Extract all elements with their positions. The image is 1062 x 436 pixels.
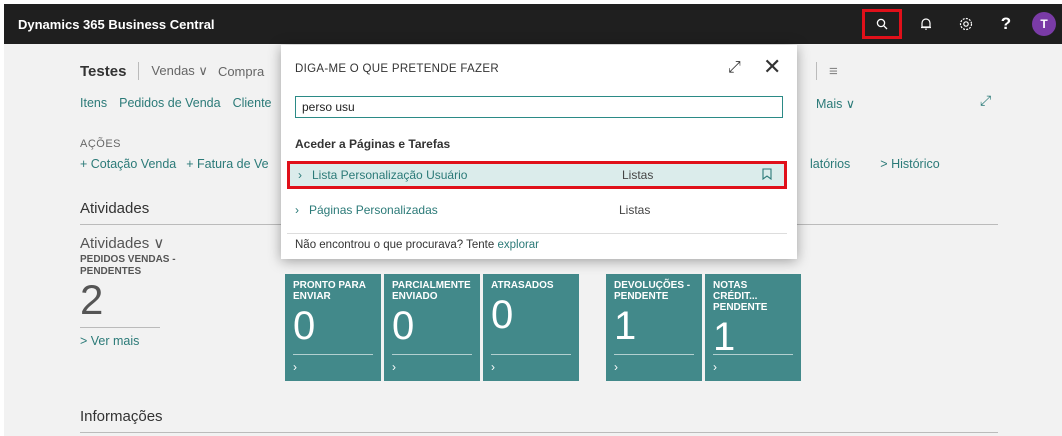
menu-icon[interactable]: ≡ xyxy=(829,63,838,80)
top-icons: ? T xyxy=(862,4,1062,44)
activities-heading: Atividades xyxy=(80,200,150,217)
tile-label: NOTAS CRÉDIT... PENDENTE xyxy=(713,280,768,313)
avatar[interactable]: T xyxy=(1032,12,1056,36)
action-historico[interactable]: > Histórico xyxy=(880,157,939,171)
dialog-title: DIGA-ME O QUE PRETENDE FAZER xyxy=(295,63,499,75)
tile-atrasados[interactable]: ATRASADOS 0 › xyxy=(483,274,579,381)
actions-right: latórios > Histórico xyxy=(810,157,970,171)
divider xyxy=(614,354,694,355)
tile-value: 0 xyxy=(491,293,514,337)
nav-vendas[interactable]: Vendas ∨ xyxy=(151,63,208,79)
section-heading: Aceder a Páginas e Tarefas xyxy=(295,137,451,151)
tile-value: 0 xyxy=(293,304,316,348)
chevron-right-icon: › xyxy=(614,360,618,374)
expand-icon[interactable]: ⤢ xyxy=(980,92,991,109)
tell-me-dialog: DIGA-ME O QUE PRETENDE FAZER ⤢ ✕ Aceder … xyxy=(281,45,797,259)
search-icon xyxy=(876,18,888,30)
help-button[interactable]: ? xyxy=(986,4,1026,44)
cue-label: PEDIDOS VENDAS - PENDENTES xyxy=(80,254,176,277)
company-name[interactable]: Testes xyxy=(80,63,126,80)
nav-more[interactable]: Mais ∨ xyxy=(816,96,855,111)
divider xyxy=(816,62,817,80)
divider xyxy=(138,62,140,80)
result-category: Listas xyxy=(619,203,651,217)
activities-subheading[interactable]: Atividades ∨ xyxy=(80,234,164,252)
close-icon[interactable]: ✕ xyxy=(763,56,781,78)
divider xyxy=(80,432,998,433)
cue-value[interactable]: 2 xyxy=(80,276,103,324)
tile-label: PARCIALMENTE ENVIADO xyxy=(392,280,471,302)
result-category: Listas xyxy=(622,168,654,182)
divider xyxy=(713,354,793,355)
result-name[interactable]: Páginas Personalizadas xyxy=(309,203,619,217)
action-fatura-venda[interactable]: + Fatura de Ve xyxy=(186,157,268,171)
tile-value: 1 xyxy=(713,315,736,359)
divider xyxy=(293,354,373,355)
gear-icon xyxy=(959,17,973,31)
divider xyxy=(287,233,787,234)
explore-link[interactable]: explorar xyxy=(497,239,539,251)
expand-icon[interactable]: ⤢ xyxy=(728,59,741,77)
result-row-selected[interactable]: › Lista Personalização Usuário Listas xyxy=(287,161,787,189)
divider xyxy=(80,327,160,328)
nav-clientes[interactable]: Cliente xyxy=(233,96,272,110)
tile-pronto-para-enviar[interactable]: PRONTO PARA ENVIAR 0 › xyxy=(285,274,381,381)
chevron-right-icon: › xyxy=(293,360,297,374)
row1-right: ≡ xyxy=(816,62,838,80)
action-cotacao-venda[interactable]: + Cotação Venda xyxy=(80,157,176,171)
search-button[interactable] xyxy=(862,9,902,39)
information-heading: Informações xyxy=(80,408,163,425)
chevron-right-icon: › xyxy=(713,360,717,374)
chevron-right-icon: › xyxy=(298,168,302,182)
chevron-right-icon: › xyxy=(392,360,396,374)
result-name[interactable]: Lista Personalização Usuário xyxy=(312,168,622,182)
actions-label: AÇÕES xyxy=(80,138,122,150)
divider xyxy=(392,354,472,355)
actions-row: + Cotação Venda + Fatura de Ve xyxy=(80,157,279,171)
footer-text: Não encontrou o que procurava? Tente xyxy=(295,239,498,251)
nav-row2: Itens Pedidos de Venda Cliente xyxy=(80,96,284,110)
app-title[interactable]: Dynamics 365 Business Central xyxy=(18,17,215,32)
top-bar: Dynamics 365 Business Central ? T xyxy=(4,4,1062,44)
nav-compras[interactable]: Compra xyxy=(218,64,264,79)
tile-parcialmente-enviado[interactable]: PARCIALMENTE ENVIADO 0 › xyxy=(384,274,480,381)
search-input[interactable] xyxy=(295,96,783,118)
chevron-right-icon: › xyxy=(295,203,299,217)
tile-value: 0 xyxy=(392,304,415,348)
action-relatorios[interactable]: latórios xyxy=(810,157,850,171)
settings-button[interactable] xyxy=(946,4,986,44)
tile-label: DEVOLUÇÕES - PENDENTE xyxy=(614,280,691,302)
bookmark-icon[interactable] xyxy=(762,167,772,183)
see-more-link[interactable]: > Ver mais xyxy=(80,334,139,348)
chevron-right-icon: › xyxy=(491,360,495,374)
help-icon: ? xyxy=(1000,14,1012,33)
tile-label: PRONTO PARA ENVIAR xyxy=(293,280,366,302)
tile-notas-credito-pendente[interactable]: NOTAS CRÉDIT... PENDENTE 1 › xyxy=(705,274,801,381)
tile-value: 1 xyxy=(614,304,637,348)
tile-devolucoes-pendente[interactable]: DEVOLUÇÕES - PENDENTE 1 › xyxy=(606,274,702,381)
dialog-footer: Não encontrou o que procurava? Tente exp… xyxy=(295,239,539,251)
nav-pedidos-venda[interactable]: Pedidos de Venda xyxy=(119,96,220,110)
notifications-button[interactable] xyxy=(906,4,946,44)
tile-label: ATRASADOS xyxy=(491,280,554,291)
divider xyxy=(491,354,571,355)
bell-icon xyxy=(921,18,931,30)
nav-row1: Testes Vendas ∨ Compra xyxy=(80,62,274,80)
result-row[interactable]: › Páginas Personalizadas Listas xyxy=(287,196,787,224)
nav-itens[interactable]: Itens xyxy=(80,96,107,110)
